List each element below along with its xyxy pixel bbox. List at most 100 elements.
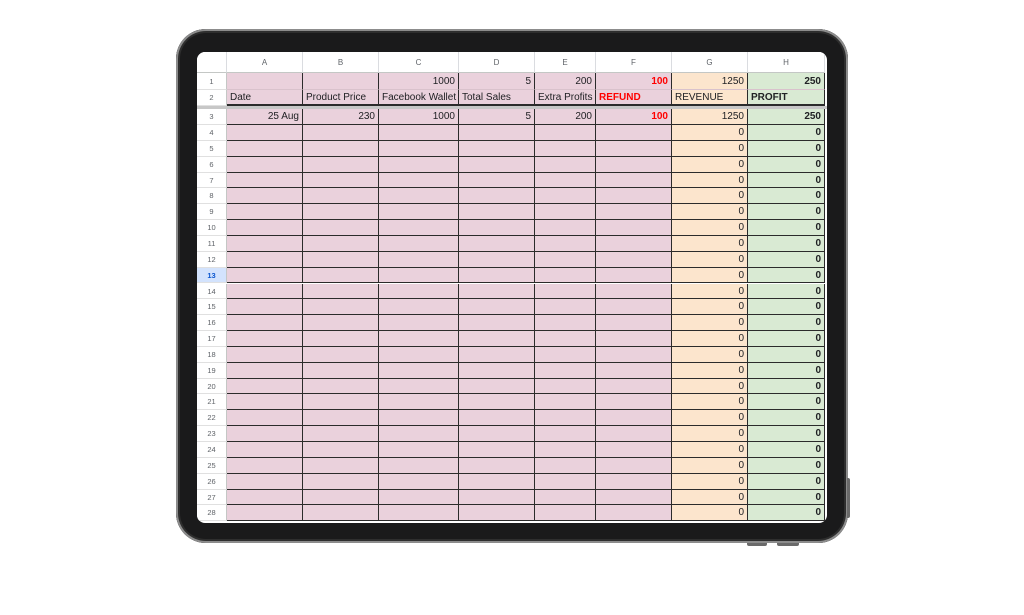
data-cell-e3[interactable]: 200 bbox=[535, 109, 596, 125]
data-cell-e15[interactable] bbox=[535, 299, 596, 316]
data-cell-a25[interactable] bbox=[227, 457, 303, 474]
data-cell-d25[interactable] bbox=[459, 457, 535, 474]
data-cell-a22[interactable] bbox=[227, 410, 303, 427]
data-cell-b24[interactable] bbox=[303, 442, 379, 458]
row-header-22[interactable]: 22 bbox=[197, 410, 227, 427]
data-cell-e25[interactable] bbox=[535, 457, 596, 474]
data-cell-a5[interactable] bbox=[227, 140, 303, 157]
data-cell-g25[interactable]: 0 bbox=[672, 457, 748, 474]
data-cell-g24[interactable]: 0 bbox=[672, 442, 748, 458]
data-cell-f13[interactable] bbox=[596, 267, 672, 284]
data-cell-c19[interactable] bbox=[379, 362, 459, 379]
data-cell-a20[interactable] bbox=[227, 378, 303, 395]
data-cell-b10[interactable] bbox=[303, 220, 379, 236]
data-cell-h23[interactable]: 0 bbox=[748, 426, 825, 442]
data-cell-h6[interactable]: 0 bbox=[748, 156, 825, 173]
data-cell-c26[interactable] bbox=[379, 473, 459, 490]
data-cell-h20[interactable]: 0 bbox=[748, 378, 825, 395]
data-cell-b20[interactable] bbox=[303, 378, 379, 395]
data-cell-e14[interactable] bbox=[535, 283, 596, 300]
data-cell-b11[interactable] bbox=[303, 235, 379, 252]
data-cell-f8[interactable] bbox=[596, 188, 672, 205]
data-cell-e10[interactable] bbox=[535, 220, 596, 236]
data-cell-e22[interactable] bbox=[535, 410, 596, 427]
data-cell-g28[interactable]: 0 bbox=[672, 505, 748, 522]
data-cell-e21[interactable] bbox=[535, 394, 596, 411]
data-cell-g18[interactable]: 0 bbox=[672, 346, 748, 363]
data-cell-b25[interactable] bbox=[303, 457, 379, 474]
data-cell-g11[interactable]: 0 bbox=[672, 235, 748, 252]
column-header-a[interactable]: A bbox=[227, 52, 303, 73]
data-cell-f21[interactable] bbox=[596, 394, 672, 411]
data-cell-b16[interactable] bbox=[303, 315, 379, 332]
data-cell-e18[interactable] bbox=[535, 346, 596, 363]
data-cell-a28[interactable] bbox=[227, 505, 303, 522]
row-header-21[interactable]: 21 bbox=[197, 394, 227, 411]
data-cell-d28[interactable] bbox=[459, 505, 535, 522]
row-header-1[interactable]: 1 bbox=[197, 73, 227, 90]
data-cell-d6[interactable] bbox=[459, 156, 535, 173]
data-cell-f24[interactable] bbox=[596, 442, 672, 458]
header-cell-f[interactable]: REFUND bbox=[596, 90, 672, 106]
data-cell-d10[interactable] bbox=[459, 220, 535, 236]
data-cell-d15[interactable] bbox=[459, 299, 535, 316]
data-cell-c7[interactable] bbox=[379, 172, 459, 189]
data-cell-g26[interactable]: 0 bbox=[672, 473, 748, 490]
data-cell-h18[interactable]: 0 bbox=[748, 346, 825, 363]
total-cell-e[interactable]: 200 bbox=[535, 73, 596, 90]
data-cell-g4[interactable]: 0 bbox=[672, 125, 748, 141]
data-cell-a26[interactable] bbox=[227, 473, 303, 490]
data-cell-b18[interactable] bbox=[303, 346, 379, 363]
data-cell-d13[interactable] bbox=[459, 267, 535, 284]
data-cell-c5[interactable] bbox=[379, 140, 459, 157]
data-cell-g23[interactable]: 0 bbox=[672, 426, 748, 442]
data-cell-d19[interactable] bbox=[459, 362, 535, 379]
data-cell-a18[interactable] bbox=[227, 346, 303, 363]
data-cell-f20[interactable] bbox=[596, 378, 672, 395]
column-header-g[interactable]: G bbox=[672, 52, 748, 73]
data-cell-h21[interactable]: 0 bbox=[748, 394, 825, 411]
row-header-6[interactable]: 6 bbox=[197, 156, 227, 173]
data-cell-b17[interactable] bbox=[303, 331, 379, 347]
data-cell-h15[interactable]: 0 bbox=[748, 299, 825, 316]
data-cell-e4[interactable] bbox=[535, 125, 596, 141]
data-cell-h17[interactable]: 0 bbox=[748, 331, 825, 347]
data-cell-f26[interactable] bbox=[596, 473, 672, 490]
data-cell-e27[interactable] bbox=[535, 489, 596, 506]
data-cell-b6[interactable] bbox=[303, 156, 379, 173]
column-header-c[interactable]: C bbox=[379, 52, 459, 73]
data-cell-f23[interactable] bbox=[596, 426, 672, 442]
data-cell-g13[interactable]: 0 bbox=[672, 267, 748, 284]
row-header-25[interactable]: 25 bbox=[197, 457, 227, 474]
data-cell-c21[interactable] bbox=[379, 394, 459, 411]
header-cell-e[interactable]: Extra Profits bbox=[535, 90, 596, 106]
row-header-7[interactable]: 7 bbox=[197, 172, 227, 189]
header-cell-g[interactable]: REVENUE bbox=[672, 90, 748, 106]
data-cell-h10[interactable]: 0 bbox=[748, 220, 825, 236]
column-header-f[interactable]: F bbox=[596, 52, 672, 73]
data-cell-e23[interactable] bbox=[535, 426, 596, 442]
data-cell-f22[interactable] bbox=[596, 410, 672, 427]
data-cell-g15[interactable]: 0 bbox=[672, 299, 748, 316]
row-header-4[interactable]: 4 bbox=[197, 125, 227, 141]
data-cell-h25[interactable]: 0 bbox=[748, 457, 825, 474]
row-header-12[interactable]: 12 bbox=[197, 251, 227, 268]
data-cell-c3[interactable]: 1000 bbox=[379, 109, 459, 125]
data-cell-g5[interactable]: 0 bbox=[672, 140, 748, 157]
data-cell-e7[interactable] bbox=[535, 172, 596, 189]
data-cell-h19[interactable]: 0 bbox=[748, 362, 825, 379]
data-cell-f16[interactable] bbox=[596, 315, 672, 332]
data-cell-f4[interactable] bbox=[596, 125, 672, 141]
header-cell-c[interactable]: Facebook Wallet bbox=[379, 90, 459, 106]
data-cell-h11[interactable]: 0 bbox=[748, 235, 825, 252]
data-cell-c27[interactable] bbox=[379, 489, 459, 506]
total-cell-g[interactable]: 1250 bbox=[672, 73, 748, 90]
data-cell-c28[interactable] bbox=[379, 505, 459, 522]
data-cell-h12[interactable]: 0 bbox=[748, 251, 825, 268]
data-cell-g22[interactable]: 0 bbox=[672, 410, 748, 427]
row-header-3[interactable]: 3 bbox=[197, 109, 227, 125]
column-header-e[interactable]: E bbox=[535, 52, 596, 73]
data-cell-f18[interactable] bbox=[596, 346, 672, 363]
data-cell-b21[interactable] bbox=[303, 394, 379, 411]
data-cell-f15[interactable] bbox=[596, 299, 672, 316]
